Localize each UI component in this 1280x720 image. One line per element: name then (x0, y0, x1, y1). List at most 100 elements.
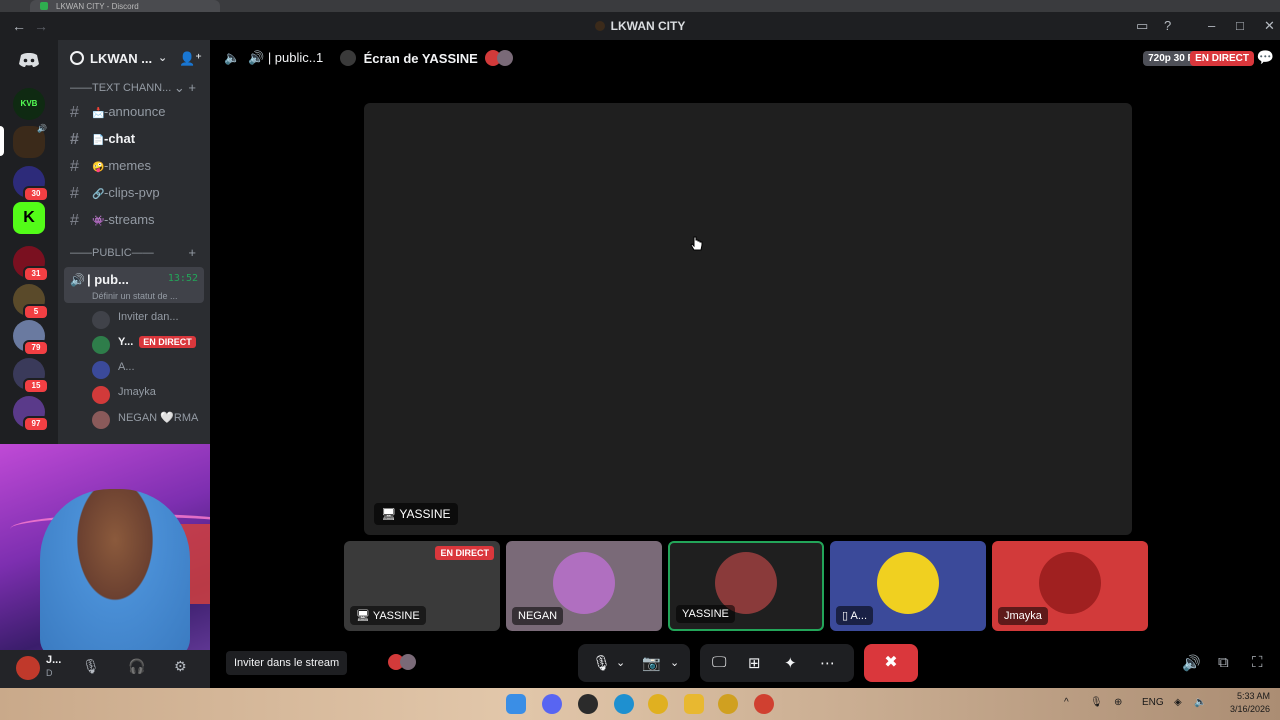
tray-chevron-icon[interactable]: ^ (1064, 697, 1069, 708)
discord-home-button[interactable] (13, 44, 45, 76)
chrome-icon[interactable] (754, 694, 774, 714)
gear-icon[interactable]: ⚙ (174, 658, 187, 675)
speaker-icon: 🔊 (70, 273, 85, 287)
avatar (1039, 552, 1101, 614)
participant-tile[interactable]: NEGAN (506, 541, 662, 631)
avatar[interactable] (16, 656, 40, 680)
stream-stage[interactable]: 🖥 YASSINE (364, 103, 1132, 535)
channel-emoji: 🤪 (92, 162, 105, 173)
discord-logo-icon (19, 53, 39, 67)
help-icon[interactable]: ? (1164, 18, 1171, 33)
channel-label: -chat (104, 131, 136, 146)
chrome-icon[interactable] (718, 694, 738, 714)
end-call-button[interactable]: ✖ (864, 644, 918, 682)
add-channel-icon[interactable]: ⌄ + (174, 80, 196, 96)
channel-clips-pvp[interactable]: # 🔗-clips-pvp (58, 179, 210, 206)
app-taskbar-icon[interactable] (578, 694, 598, 714)
voice-user[interactable]: Y... EN DIRECT (58, 332, 210, 357)
category-text-channels[interactable]: ——TEXT CHANN... ⌄ + (58, 78, 210, 98)
file-explorer-icon[interactable] (684, 694, 704, 714)
call-view: 🔈 🔊 | public..1 Écran de YASSINE 720p 30… (210, 40, 1280, 688)
server-6[interactable]: 5 (13, 284, 49, 320)
voice-status[interactable]: Définir un statut de ... (70, 291, 190, 301)
inbox-icon[interactable]: ▭ (1136, 18, 1148, 34)
tile-label: NEGAN (512, 607, 564, 625)
server-3[interactable]: 30 (13, 166, 49, 202)
voice-user[interactable]: A... (58, 357, 210, 382)
headphones-icon[interactable]: 🎧 (128, 658, 145, 675)
live-badge: EN DIRECT (1190, 51, 1254, 66)
edge-icon[interactable] (614, 694, 634, 714)
channel-emoji: 📄 (92, 135, 105, 146)
voice-user[interactable]: Jmayka (58, 382, 210, 407)
add-user-icon[interactable]: 👤⁺ (179, 51, 202, 67)
participant-tile[interactable]: EN DIRECT 🖥 YASSINE (344, 541, 500, 631)
unread-badge: 79 (23, 340, 49, 356)
chevron-down-icon[interactable]: ⌄ (158, 51, 167, 64)
unread-badge: 5 (23, 304, 49, 320)
category-public[interactable]: ——public—— + (58, 243, 210, 263)
avatar (92, 386, 110, 404)
unread-badge: 31 (23, 266, 49, 282)
invite-stream-button[interactable]: Inviter dans le stream (226, 651, 348, 675)
channel-chat[interactable]: # 📄-chat (58, 125, 210, 152)
microphone-tray-icon[interactable]: 🎙 (1090, 697, 1103, 708)
add-channel-icon[interactable]: + (188, 245, 196, 260)
server-lkwan-city[interactable]: 🔊 (13, 124, 47, 158)
voice-icon: 🔊 (248, 50, 268, 65)
avatar (877, 552, 939, 614)
chevron-down-icon[interactable]: ⌄ (616, 656, 625, 669)
channel-memes[interactable]: # 🤪-memes (58, 152, 210, 179)
channel-streams[interactable]: # 👾-streams (58, 206, 210, 233)
server-kvb[interactable]: KVB (13, 88, 45, 120)
popout-icon[interactable]: ⧉ (1218, 654, 1229, 671)
server-5[interactable]: 31 (13, 246, 49, 282)
channel-announce[interactable]: # 📩-announce (58, 98, 210, 125)
server-7[interactable]: 79 (13, 320, 49, 356)
fullscreen-icon[interactable]: ⛶ (1252, 654, 1263, 671)
more-options-icon[interactable]: ⋯ (820, 654, 835, 672)
minimize-icon[interactable]: – (1208, 18, 1215, 33)
avatar (92, 361, 110, 379)
soundboard-icon[interactable]: ✦ (784, 654, 797, 672)
server-header[interactable]: LKWAN ... ⌄ 👤⁺ (58, 40, 210, 78)
chrome-icon[interactable] (648, 694, 668, 714)
participant-tile[interactable]: ▯ A... (830, 541, 986, 631)
voice-user-invite[interactable]: Inviter dan... (58, 307, 210, 332)
hash-icon: # (70, 185, 79, 202)
participant-tile[interactable]: YASSINE (668, 541, 824, 631)
voice-user[interactable]: NEGAN 🤍RMA (58, 407, 210, 432)
title-bar: ← → LKWAN CITY ▭ ? – □ ✕ (0, 12, 1280, 40)
participant-tile[interactable]: Jmayka (992, 541, 1148, 631)
microphone-icon[interactable]: 🎙 (82, 658, 100, 675)
volume-tray-icon[interactable]: 🔈 (1194, 697, 1206, 708)
chat-bubble-icon[interactable]: 💬 (1257, 49, 1274, 66)
maximize-icon[interactable]: □ (1236, 18, 1244, 33)
voice-channel-public[interactable]: 🔊 | pub... 13:52 Définir un statut de ... (64, 267, 204, 303)
chevron-down-icon[interactable]: ⌄ (670, 656, 679, 669)
channel-emoji: 📩 (92, 108, 105, 119)
server-kick[interactable]: K (13, 202, 45, 234)
discord-taskbar-icon[interactable] (542, 694, 562, 714)
server-icon (70, 51, 84, 65)
voice-user-name: Y... (118, 336, 134, 348)
monitor-icon: 🖥 (356, 610, 373, 622)
activities-icon[interactable]: ⊞ (748, 654, 761, 672)
browser-tab[interactable]: LKWAN CITY - Discord (30, 0, 220, 12)
microphone-icon[interactable]: 🎙 (592, 654, 611, 672)
speaker-icon: 🔈 (224, 50, 241, 65)
start-menu-icon[interactable] (506, 694, 526, 714)
close-icon[interactable]: ✕ (1264, 18, 1275, 34)
network-icon[interactable]: ⊕ (1114, 697, 1122, 708)
hash-icon: # (70, 212, 79, 229)
avatar (92, 411, 110, 429)
wifi-icon[interactable]: ◈ (1174, 697, 1182, 708)
system-clock[interactable]: 5:33 AM 3/16/2026 (1230, 690, 1270, 716)
volume-icon[interactable]: 🔊 (1182, 654, 1201, 672)
language-indicator[interactable]: ENG (1142, 697, 1164, 708)
monitor-icon: 🖥 (381, 507, 400, 521)
screen-share-icon[interactable]: 🖵 (712, 654, 726, 671)
server-8[interactable]: 15 (13, 358, 49, 394)
camera-off-icon[interactable]: 📷 (642, 654, 661, 672)
server-9[interactable]: 97 (13, 396, 49, 432)
